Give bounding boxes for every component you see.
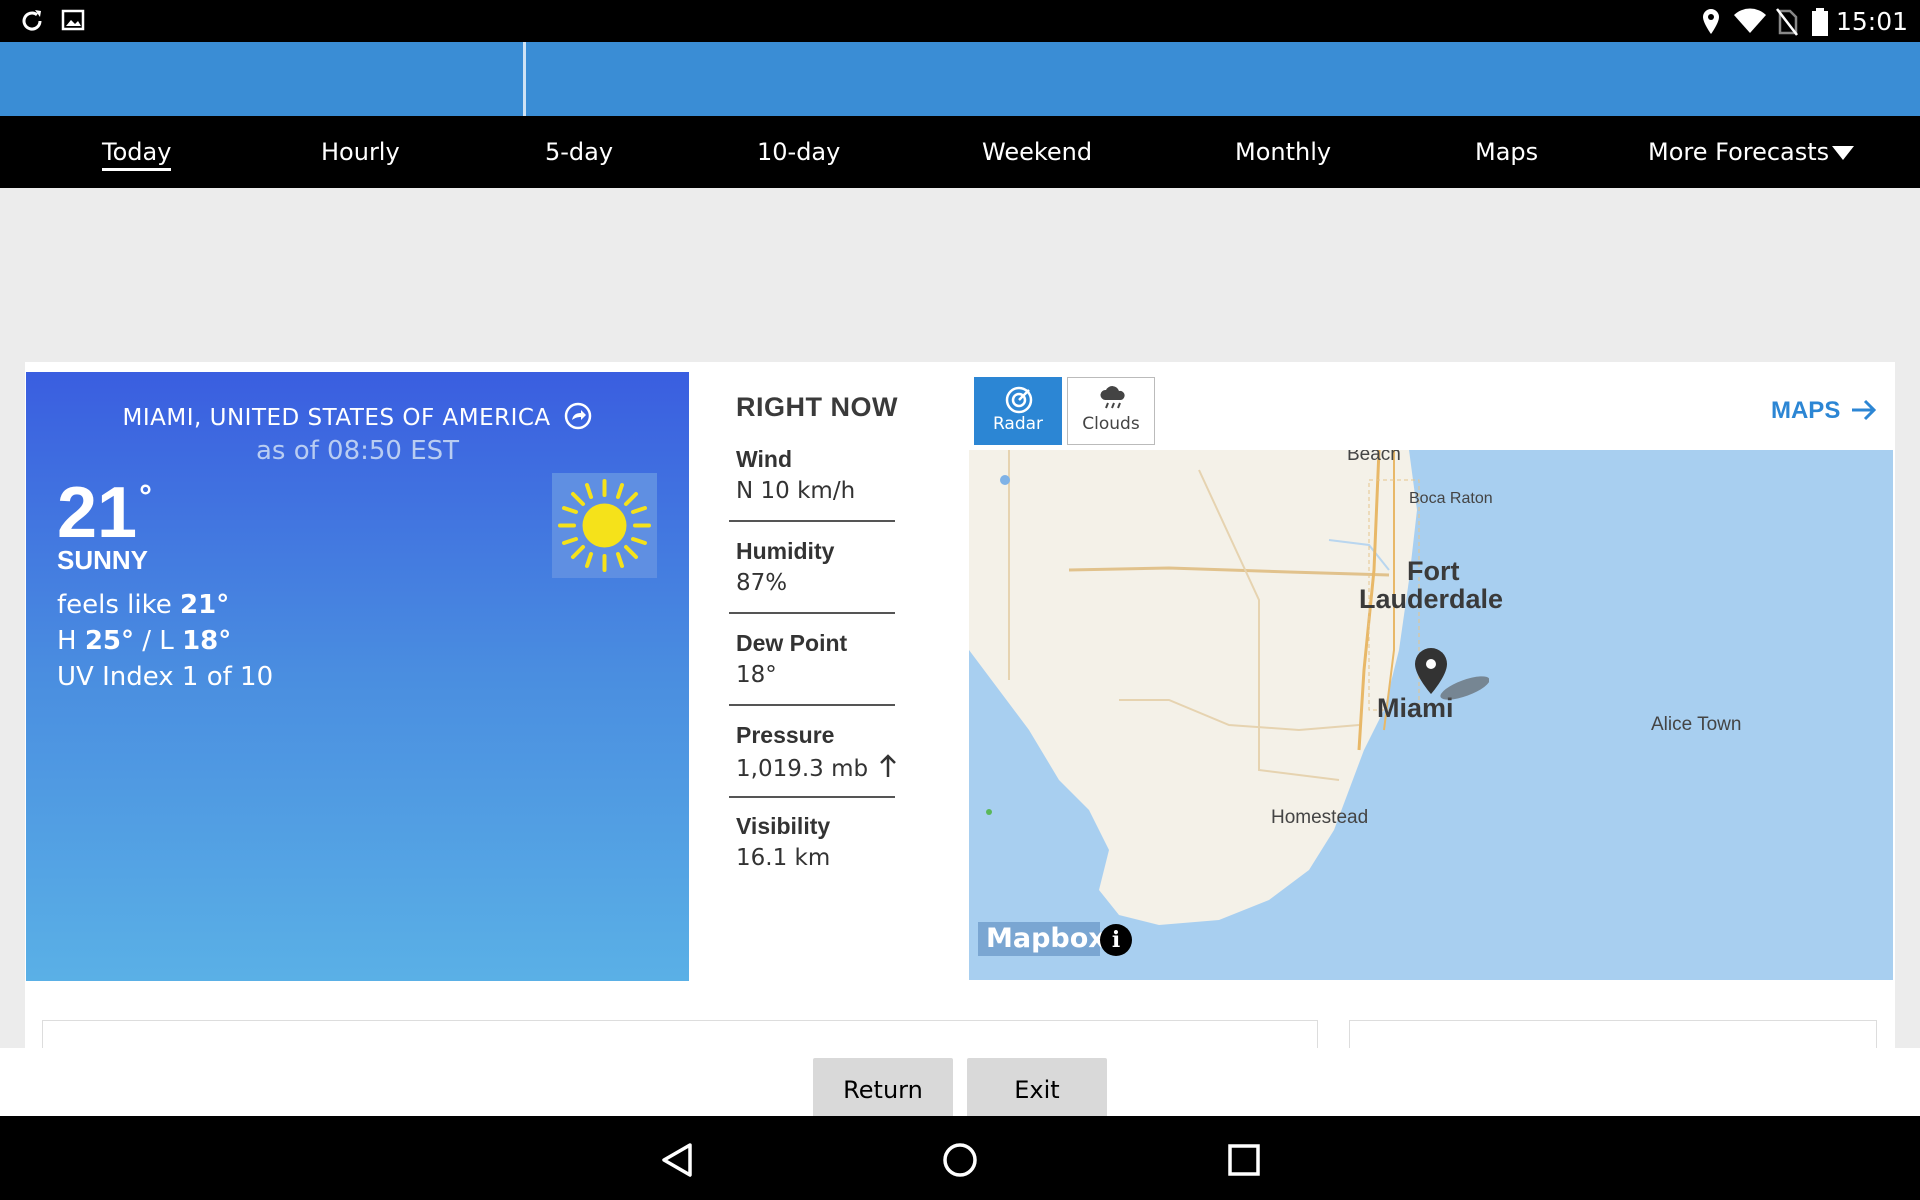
dew-point-item: Dew Point 18° <box>729 630 895 688</box>
low-label: / L <box>142 626 174 656</box>
feels-like-value: 21° <box>180 590 230 620</box>
app-header <box>0 42 1920 116</box>
high-value: 25° <box>84 626 135 656</box>
mapbox-logo: Mapbox <box>978 922 1106 956</box>
tab-maps[interactable]: Maps <box>1475 138 1538 166</box>
radar-button[interactable]: Radar <box>974 377 1062 445</box>
location-name: MIAMI, UNITED STATES OF AMERICA <box>122 405 551 431</box>
pressure-item: Pressure 1,019.3 mb <box>729 722 897 782</box>
caret-down-icon <box>1832 146 1854 160</box>
pressure-row: 1,019.3 mb <box>736 754 897 782</box>
share-location-icon[interactable] <box>564 402 592 430</box>
location-icon <box>1703 9 1719 34</box>
right-now-panel: RIGHT NOW Wind N 10 km/h Humidity 87% De… <box>729 392 936 871</box>
feels-like: feels like 21° <box>57 590 229 620</box>
visibility-item: Visibility 16.1 km <box>729 813 895 871</box>
temperature-value: 21 <box>57 473 138 553</box>
dew-point-label: Dew Point <box>736 630 848 656</box>
sun-icon <box>552 473 657 578</box>
high-label: H <box>57 626 77 656</box>
tab-10-day[interactable]: 10-day <box>757 138 840 166</box>
right-now-title: RIGHT NOW <box>736 392 898 422</box>
home-icon[interactable] <box>942 1142 978 1178</box>
lower-left-card <box>42 1020 1318 1050</box>
wind-value: N 10 km/h <box>736 478 856 504</box>
high-low: H 25° / L 18° <box>57 626 231 656</box>
map-label-boca-raton: Boca Raton <box>1409 490 1493 507</box>
dew-point-value: 18° <box>736 662 777 688</box>
radar-icon <box>1005 386 1033 414</box>
clouds-label: Clouds <box>1082 414 1140 434</box>
current-weather-panel: MIAMI, UNITED STATES OF AMERICA as of 08… <box>26 372 689 981</box>
location-pin-icon[interactable] <box>1413 646 1489 706</box>
divider <box>729 796 895 798</box>
tab-today[interactable]: Today <box>102 138 172 171</box>
visibility-value: 16.1 km <box>736 845 831 871</box>
image-icon <box>61 9 85 31</box>
battery-icon <box>1812 8 1828 36</box>
current-temperature: 21° <box>57 472 152 554</box>
more-forecasts-label: More Forecasts <box>1648 138 1830 166</box>
visibility-label: Visibility <box>736 813 831 839</box>
header-divider <box>523 42 526 116</box>
map-label-beach: Beach <box>1347 450 1401 465</box>
exit-button[interactable]: Exit <box>967 1058 1107 1116</box>
location-row: MIAMI, UNITED STATES OF AMERICA <box>26 402 689 431</box>
humidity-item: Humidity 87% <box>729 538 895 596</box>
feels-like-label: feels like <box>57 590 172 620</box>
pressure-value: 1,019.3 mb <box>736 756 869 782</box>
pressure-label: Pressure <box>736 722 835 748</box>
wind-item: Wind N 10 km/h <box>729 446 895 504</box>
maps-link[interactable]: MAPS <box>1771 397 1877 425</box>
clock: 15:01 <box>1835 7 1908 36</box>
wind-label: Wind <box>736 446 792 472</box>
cloud-rain-icon <box>1100 386 1125 409</box>
return-button[interactable]: Return <box>813 1058 953 1116</box>
forecast-nav: Today Hourly 5-day 10-day Weekend Monthl… <box>0 116 1920 188</box>
uv-index: UV Index 1 of 10 <box>57 662 274 692</box>
map-label-fort: Fort <box>1407 556 1460 586</box>
back-icon[interactable] <box>660 1142 694 1178</box>
low-value: 18° <box>182 626 232 656</box>
divider <box>729 612 895 614</box>
humidity-label: Humidity <box>736 538 835 564</box>
arrow-up-icon <box>880 754 897 777</box>
arrow-right-icon <box>1852 399 1877 421</box>
lower-right-card <box>1349 1020 1877 1050</box>
clouds-button[interactable]: Clouds <box>1067 377 1155 445</box>
divider <box>729 704 895 706</box>
dialog-bar <box>0 1048 1920 1116</box>
map-label-lauderdale: Lauderdale <box>1359 584 1504 614</box>
degree-symbol: ° <box>139 478 152 514</box>
tab-more-forecasts[interactable]: More Forecasts <box>1648 138 1854 166</box>
no-sim-icon <box>1776 8 1798 36</box>
status-bar: 15:01 <box>0 0 1920 42</box>
radar-label: Radar <box>992 414 1044 434</box>
sync-icon <box>22 10 42 31</box>
wifi-icon <box>1734 8 1766 33</box>
radar-map[interactable]: Beach Boca Raton Fort Lauderdale Miami A… <box>969 450 1893 980</box>
tab-monthly[interactable]: Monthly <box>1235 138 1331 166</box>
tab-5-day[interactable]: 5-day <box>545 138 613 166</box>
divider <box>729 520 895 522</box>
condition-text: SUNNY <box>57 545 149 575</box>
info-icon[interactable]: i <box>1100 924 1132 956</box>
map-label-alice-town: Alice Town <box>1651 714 1742 735</box>
recents-icon[interactable] <box>1227 1143 1261 1177</box>
tab-weekend[interactable]: Weekend <box>982 138 1092 166</box>
humidity-value: 87% <box>736 570 788 596</box>
map-label-homestead: Homestead <box>1271 807 1369 828</box>
maps-link-label: MAPS <box>1770 397 1841 424</box>
system-nav-bar <box>0 1116 1920 1200</box>
tab-hourly[interactable]: Hourly <box>321 138 400 166</box>
observation-time: as of 08:50 EST <box>255 436 460 466</box>
